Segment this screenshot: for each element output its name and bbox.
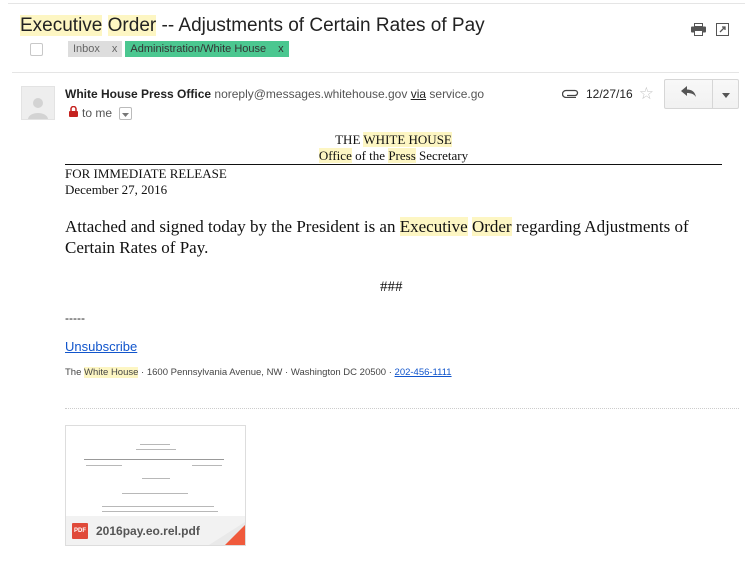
- header-divider: [12, 72, 739, 73]
- attachments-divider: [65, 408, 739, 409]
- release-block: FOR IMMEDIATE RELEASE December 27, 2016: [65, 166, 227, 198]
- more-actions-button[interactable]: [713, 80, 738, 108]
- lh2-highlight-office: Office: [318, 148, 352, 163]
- email-subject: Executive Order -- Adjustments of Certai…: [20, 15, 485, 37]
- label-inbox[interactable]: Inbox x: [68, 41, 123, 57]
- letterhead-rule: [65, 164, 722, 165]
- new-window-icon[interactable]: [716, 23, 729, 36]
- footer-address: The White House · 1600 Pennsylvania Aven…: [65, 367, 452, 378]
- recipient-line: to me: [69, 105, 133, 120]
- attachment-preview: [66, 426, 245, 518]
- pdf-icon: PDF: [72, 522, 88, 539]
- footer-phone-link[interactable]: 202-456-1111: [395, 367, 452, 378]
- checkbox-icon[interactable]: [30, 42, 43, 56]
- labels-row: Inbox x Administration/White House x: [30, 41, 292, 57]
- attachment-filename: 2016pay.eo.rel.pdf: [96, 523, 200, 538]
- avatar-icon: [21, 86, 55, 120]
- subject-highlight-executive: Executive: [20, 15, 103, 36]
- label-inbox-text: Inbox: [73, 43, 100, 55]
- message-meta: 12/27/16 ☆: [561, 85, 654, 102]
- label-inbox-remove[interactable]: x: [112, 41, 118, 57]
- via-domain: service.go: [429, 87, 485, 101]
- star-icon[interactable]: ☆: [639, 85, 654, 102]
- reply-icon: [680, 85, 697, 103]
- chevron-down-icon: [122, 106, 130, 120]
- subject-toolbar: [691, 23, 729, 36]
- sender-name[interactable]: White House Press Office: [65, 87, 211, 101]
- to-me-label: to me: [82, 106, 113, 120]
- label-admin-remove[interactable]: x: [278, 41, 284, 57]
- para-highlight-executive: Executive: [399, 217, 468, 236]
- attachment-corner-red: [225, 525, 245, 545]
- signature-separator: -----: [65, 311, 85, 325]
- sender-email: noreply@messages.whitehouse.gov: [214, 87, 408, 101]
- subject-space: [102, 15, 107, 36]
- print-icon[interactable]: [691, 23, 706, 36]
- reply-button[interactable]: [665, 80, 713, 108]
- footer-highlight: White House: [84, 367, 139, 378]
- unsubscribe-link[interactable]: Unsubscribe: [65, 339, 137, 354]
- letterhead-line2: Office of the Press Secretary: [65, 148, 722, 164]
- reply-button-group: [664, 79, 739, 109]
- recipient-details-dropdown[interactable]: [119, 106, 133, 120]
- sender-line: White House Press Office noreply@message…: [65, 87, 513, 101]
- label-administration-white-house[interactable]: Administration/White House x: [125, 41, 289, 57]
- para-highlight-order: Order: [471, 217, 512, 236]
- lh1-highlight: WHITE HOUSE: [363, 132, 452, 147]
- lh2-text-end: Secretary: [415, 148, 469, 163]
- via-link[interactable]: via: [411, 87, 426, 101]
- letterhead: THE WHITE HOUSE Office of the Press Secr…: [65, 132, 722, 164]
- label-admin-text: Administration/White House: [130, 43, 267, 55]
- attachment-card[interactable]: PDF 2016pay.eo.rel.pdf: [65, 425, 246, 546]
- footer-text-1: The: [65, 367, 85, 378]
- chevron-down-icon: [721, 85, 730, 103]
- lh2-highlight-press: Press: [388, 148, 416, 163]
- top-divider: [8, 3, 745, 4]
- body-paragraph: Attached and signed today by the Preside…: [65, 216, 725, 258]
- lh2-text: of the: [351, 148, 389, 163]
- end-marker: ###: [380, 279, 403, 295]
- release-date: December 27, 2016: [65, 182, 168, 197]
- message-date: 12/27/16: [586, 87, 633, 101]
- paperclip-icon: [561, 87, 580, 101]
- para-text-1: Attached and signed today by the Preside…: [65, 217, 400, 236]
- letterhead-line1: THE WHITE HOUSE: [65, 132, 722, 148]
- subject-highlight-order: Order: [107, 15, 157, 36]
- lh1-text: THE: [335, 132, 364, 147]
- release-label: FOR IMMEDIATE RELEASE: [65, 166, 227, 181]
- lock-icon: [69, 105, 78, 120]
- subject-rest: -- Adjustments of Certain Rates of Pay: [156, 15, 485, 36]
- footer-text-2: · 1600 Pennsylvania Avenue, NW · Washing…: [138, 367, 395, 378]
